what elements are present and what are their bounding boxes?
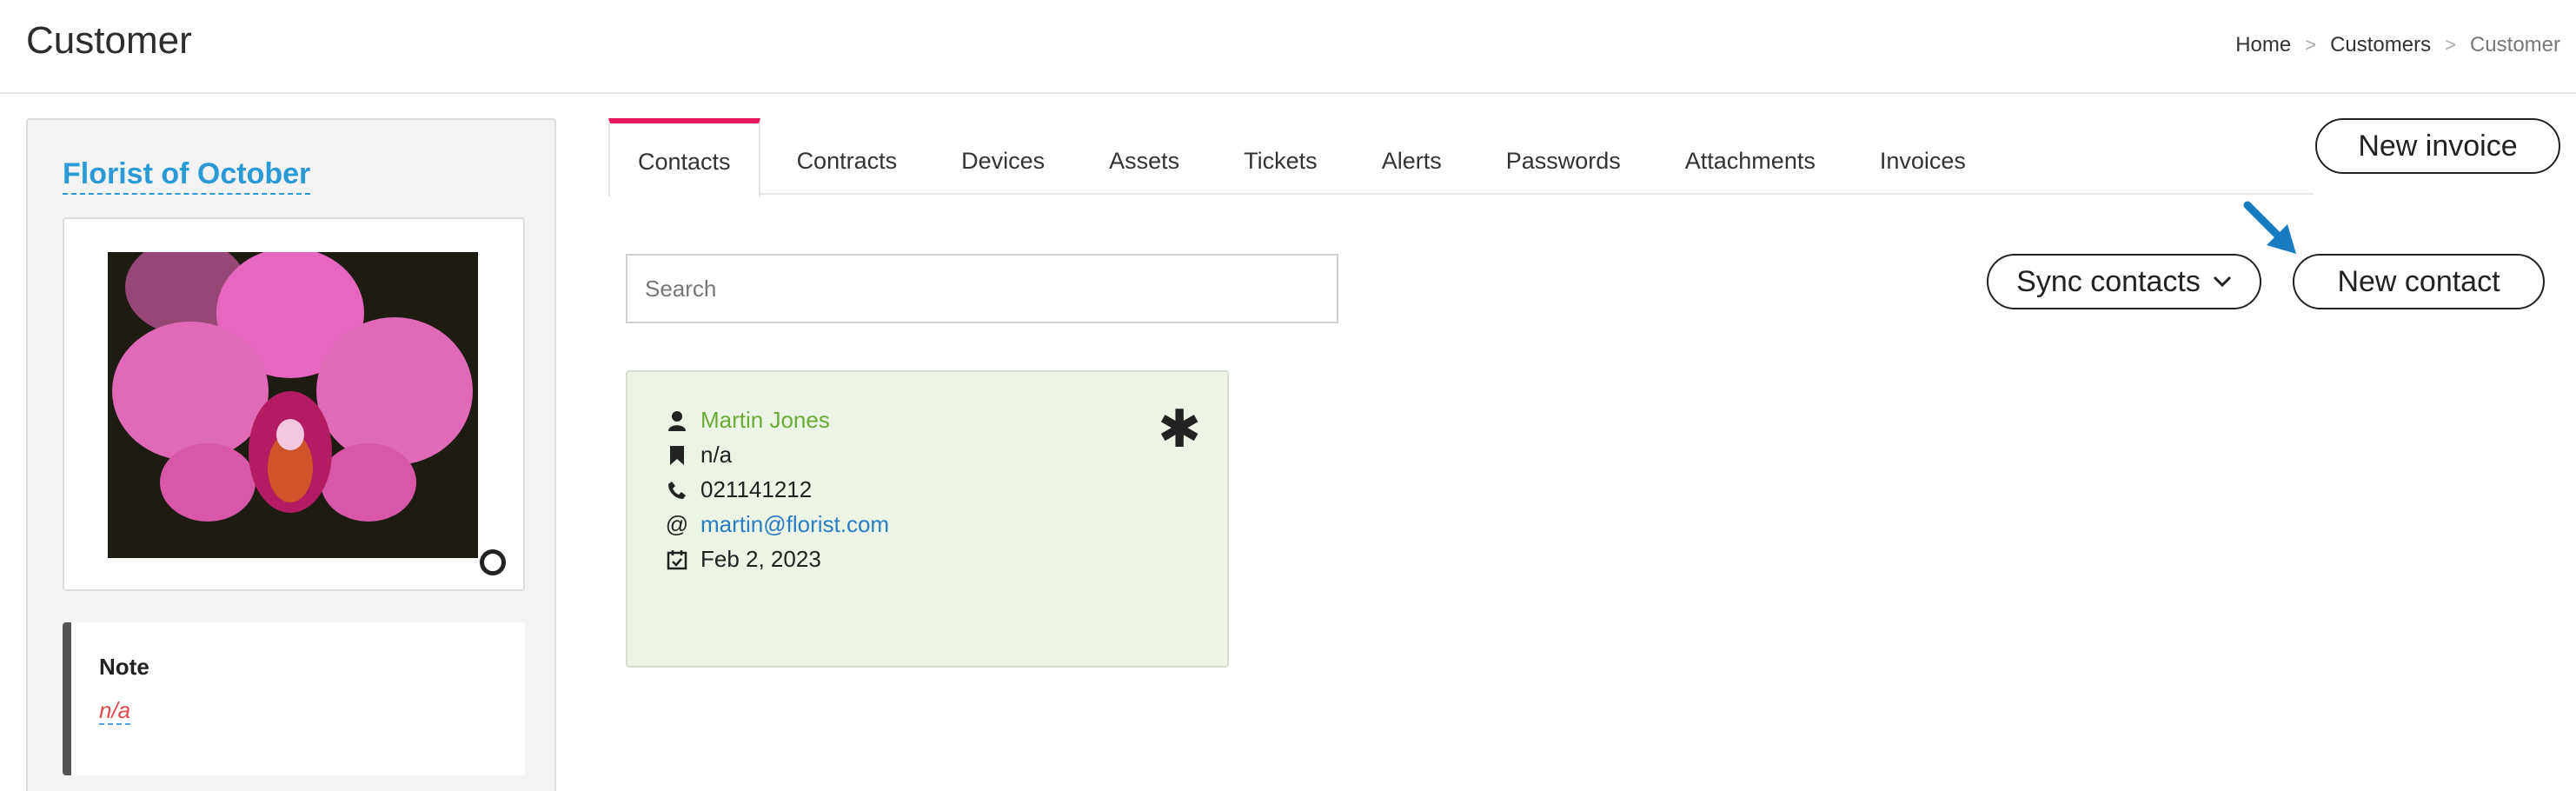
tab-passwords[interactable]: Passwords <box>1470 118 1649 195</box>
customer-photo-box <box>63 217 525 591</box>
tab-tickets[interactable]: Tickets <box>1207 118 1345 195</box>
new-invoice-button[interactable]: New invoice <box>2315 118 2560 174</box>
tab-attachments[interactable]: Attachments <box>1649 118 1843 195</box>
page-title: Customer <box>26 19 192 62</box>
tab-devices[interactable]: Devices <box>925 118 1072 195</box>
note-card: Note n/a <box>63 622 525 775</box>
contact-phone[interactable]: 021141212 <box>700 476 812 503</box>
contact-title: n/a <box>700 442 733 468</box>
breadcrumb-home[interactable]: Home <box>2235 33 2291 57</box>
photo-status-indicator[interactable] <box>480 549 506 575</box>
customer-tabs: Contacts Contracts Devices Assets Ticket… <box>608 118 2314 196</box>
tab-contracts[interactable]: Contracts <box>760 118 926 195</box>
tab-invoices[interactable]: Invoices <box>1843 118 1994 195</box>
contact-name-row: Martin Jones <box>666 407 830 434</box>
contact-title-row: n/a <box>666 442 732 469</box>
contact-email-row: @ martin@florist.com <box>666 511 889 538</box>
note-value[interactable]: n/a <box>99 697 131 725</box>
bookmark-icon <box>666 444 688 467</box>
tab-alerts[interactable]: Alerts <box>1345 118 1470 195</box>
customer-photo[interactable] <box>108 252 478 558</box>
contact-email[interactable]: martin@florist.com <box>700 511 889 538</box>
user-icon <box>666 409 688 432</box>
breadcrumb-separator: > <box>2445 34 2456 56</box>
sync-contacts-button[interactable]: Sync contacts <box>1987 254 2261 309</box>
calendar-check-icon <box>666 548 688 571</box>
breadcrumb-customers[interactable]: Customers <box>2330 33 2431 57</box>
phone-icon <box>666 479 688 502</box>
customer-sidebar: Florist of October Note n/a <box>26 118 556 791</box>
contact-date-row: Feb 2, 2023 <box>666 546 821 573</box>
contact-name[interactable]: Martin Jones <box>700 407 830 434</box>
page-header: Customer Home > Customers > Customer <box>0 0 2576 94</box>
contact-phone-row: 021141212 <box>666 476 812 503</box>
primary-contact-star-icon[interactable]: ✱ <box>1158 403 1201 455</box>
search-input[interactable] <box>626 254 1338 323</box>
tab-assets[interactable]: Assets <box>1072 118 1207 195</box>
breadcrumb-customer: Customer <box>2469 33 2560 56</box>
at-icon: @ <box>665 511 689 537</box>
tab-contacts[interactable]: Contacts <box>608 118 760 196</box>
contact-card[interactable]: Martin Jones n/a 021141212 @ martin@flor… <box>626 370 1229 668</box>
pointer-arrow-icon <box>2243 201 2296 254</box>
sync-contacts-label: Sync contacts <box>2016 264 2201 298</box>
breadcrumb: Home > Customers > Customer <box>2235 33 2560 57</box>
breadcrumb-separator: > <box>2305 34 2317 56</box>
customer-name[interactable]: Florist of October <box>63 156 311 195</box>
note-title: Note <box>99 654 149 680</box>
contact-date: Feb 2, 2023 <box>700 546 821 572</box>
orchid-image <box>108 252 478 558</box>
new-contact-button[interactable]: New contact <box>2293 254 2545 309</box>
chevron-down-icon <box>2213 276 2231 288</box>
